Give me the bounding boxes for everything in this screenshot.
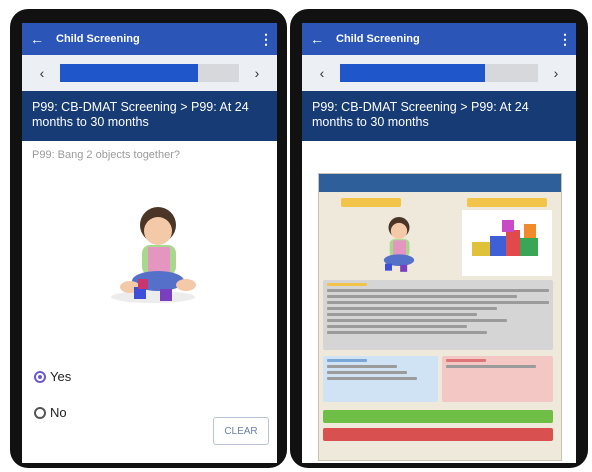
child-illustration — [383, 217, 415, 272]
progress-fill — [60, 64, 198, 82]
chevron-left-icon[interactable]: ‹ — [312, 65, 332, 81]
app-bar: ← Child Screening ⋮ — [22, 23, 277, 55]
blocks-photo — [462, 210, 552, 276]
clear-button[interactable]: CLEAR — [213, 417, 269, 445]
poster-blue-panel — [323, 356, 438, 402]
app-title: Child Screening — [56, 33, 140, 45]
chevron-right-icon[interactable]: › — [247, 65, 267, 81]
right-phone: ← Child Screening ⋮ ‹ › P99: CB-DMAT Scr… — [290, 9, 588, 468]
child-illustration — [111, 207, 196, 303]
left-screen: ← Child Screening ⋮ ‹ › P99: CB-DMAT Scr… — [22, 23, 277, 463]
poster-title-bar — [319, 174, 561, 192]
radio-no[interactable] — [34, 406, 46, 419]
question-text: P99: Bang 2 objects together? — [32, 149, 180, 161]
radio-yes[interactable] — [34, 370, 46, 383]
poster-text-panel — [323, 280, 553, 350]
app-bar: ← Child Screening ⋮ — [302, 23, 576, 55]
more-vert-icon[interactable]: ⋮ — [558, 31, 572, 48]
right-screen: ← Child Screening ⋮ ‹ › P99: CB-DMAT Scr… — [302, 23, 576, 463]
option-no-label: No — [50, 405, 67, 420]
left-phone: ← Child Screening ⋮ ‹ › P99: CB-DMAT Scr… — [10, 9, 287, 468]
page-nav: ‹ › — [302, 55, 576, 91]
chevron-right-icon[interactable]: › — [546, 65, 566, 81]
section-header: P99: CB-DMAT Screening > P99: At 24 mont… — [22, 91, 277, 141]
option-yes-label: Yes — [50, 369, 72, 384]
progress-fill — [340, 64, 485, 82]
app-title: Child Screening — [336, 33, 420, 45]
section-header: P99: CB-DMAT Screening > P99: At 24 mont… — [302, 91, 576, 141]
poster-tag — [341, 198, 401, 207]
progress-bar — [60, 64, 239, 82]
instruction-poster-image — [318, 173, 562, 461]
poster-tag — [467, 198, 547, 207]
arrow-left-icon[interactable]: ← — [30, 31, 56, 47]
arrow-left-icon[interactable]: ← — [310, 31, 336, 47]
poster-red-panel — [442, 356, 553, 402]
progress-bar — [340, 64, 538, 82]
option-no[interactable]: No — [34, 405, 67, 420]
chevron-left-icon[interactable]: ‹ — [32, 65, 52, 81]
page-nav: ‹ › — [22, 55, 277, 91]
poster-red-bar — [323, 428, 553, 441]
more-vert-icon[interactable]: ⋮ — [259, 31, 273, 48]
option-yes[interactable]: Yes — [34, 369, 71, 384]
poster-green-bar — [323, 410, 553, 423]
